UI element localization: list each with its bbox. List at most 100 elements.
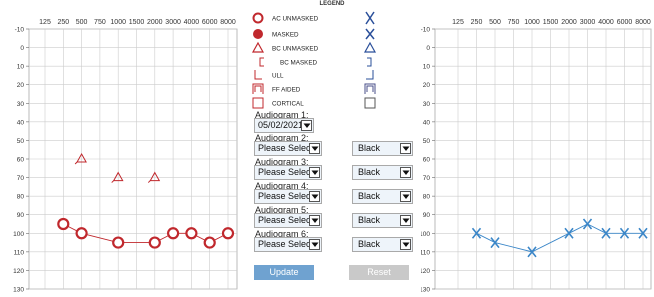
y-tick-label: -10 xyxy=(421,27,430,34)
y-tick-label: 0 xyxy=(426,45,430,52)
audiogram-6-color-value: Black xyxy=(358,239,381,249)
x-tick-label: 250 xyxy=(471,19,483,26)
audiogram-5-color-select[interactable]: Black xyxy=(352,213,413,228)
red-ff-aided-icon xyxy=(252,83,264,94)
blue-square-icon xyxy=(364,97,376,109)
x-tick-label: 500 xyxy=(76,19,88,26)
chevron-down-icon xyxy=(400,215,411,226)
y-tick-label: 40 xyxy=(423,119,431,126)
audiogram-3-color-select[interactable]: Black xyxy=(352,165,413,180)
audiogram-2-color-value: Black xyxy=(358,143,381,153)
x-tick-label: 3000 xyxy=(580,19,596,26)
y-tick-label: 110 xyxy=(421,249,430,256)
legend: AC UNMASKED MASKED BC UNMASKED BC MASKED ULL… xyxy=(251,11,377,109)
legend-label: CORTICAL xyxy=(272,101,304,108)
audiogram-6-color-select[interactable]: Black xyxy=(352,237,413,252)
x-tick-label: 3000 xyxy=(165,19,181,26)
red-ull-icon xyxy=(254,70,262,80)
y-tick-label: 100 xyxy=(421,231,430,238)
x-tick-label: 125 xyxy=(39,19,51,26)
audiogram-2-select[interactable]: Please Select xyxy=(254,141,322,156)
y-tick-label: 10 xyxy=(423,64,431,71)
y-tick-label: 20 xyxy=(17,82,25,89)
data-point-circle xyxy=(57,217,70,231)
y-tick-label: 50 xyxy=(17,138,25,145)
y-tick-label: 30 xyxy=(17,101,25,108)
blue-ff-aided-icon xyxy=(364,83,376,94)
chevron-down-icon xyxy=(400,143,411,154)
y-tick-label: 120 xyxy=(421,268,430,275)
y-tick-label: 130 xyxy=(13,287,24,294)
legend-label: BC UNMASKED xyxy=(272,46,319,53)
y-tick-label: 50 xyxy=(423,138,431,145)
red-square-icon xyxy=(252,97,264,109)
left-ear-audiogram: 125 250 500 750 1000 1500 2000 3000 4000 6000 8000… xyxy=(13,19,238,294)
audiogram-5-select-value: Please Select xyxy=(258,215,314,225)
red-filled-circle-icon xyxy=(253,29,263,39)
x-tick-label: 500 xyxy=(489,19,501,26)
x-tick-label: 6000 xyxy=(617,19,633,26)
audiogram-5-color-value: Black xyxy=(358,215,381,225)
audiogram-4-select[interactable]: Please Select xyxy=(254,189,322,204)
chevron-down-icon xyxy=(400,191,411,202)
x-tick-label: 2000 xyxy=(561,19,577,26)
chevron-down-icon xyxy=(400,239,411,250)
audiogram-1-date-select[interactable]: 05/02/2021 xyxy=(254,118,314,133)
x-tick-label: 750 xyxy=(94,19,106,26)
y-tick-label: 90 xyxy=(17,212,25,219)
red-circle-icon xyxy=(252,12,264,24)
y-tick-label: 20 xyxy=(423,82,431,89)
legend-title: LEGEND xyxy=(319,1,345,7)
audiogram-1-date-value: 05/02/2021 xyxy=(258,120,304,130)
x-tick-label: 1500 xyxy=(129,19,145,26)
x-tick-label: 1500 xyxy=(543,19,559,26)
legend-label: BC MASKED xyxy=(280,60,318,67)
x-tick-label: 6000 xyxy=(202,19,218,26)
x-tick-label: 125 xyxy=(452,19,464,26)
y-tick-label: 60 xyxy=(17,157,25,164)
y-tick-label: 80 xyxy=(423,194,431,201)
blue-bracket-right-icon xyxy=(367,57,372,67)
y-tick-label: 90 xyxy=(423,212,431,219)
audiogram-6-select-value: Please Select xyxy=(258,239,314,249)
audiogram-3-color-value: Black xyxy=(358,167,381,177)
y-tick-label: 130 xyxy=(421,287,430,294)
chevron-down-icon xyxy=(400,167,411,178)
x-tick-label: 4000 xyxy=(598,19,614,26)
y-tick-label: 60 xyxy=(423,157,431,164)
audiogram-4-color-select[interactable]: Black xyxy=(352,189,413,204)
audiogram-6-select[interactable]: Please Select xyxy=(254,237,322,252)
x-tick-label: 1000 xyxy=(110,19,126,26)
data-point-circle xyxy=(167,227,180,240)
x-tick-label: 250 xyxy=(57,19,69,26)
data-point-circle xyxy=(185,227,198,240)
blue-triangle-icon xyxy=(363,41,377,53)
data-point-circle xyxy=(148,236,161,249)
audiogram-4-color-value: Black xyxy=(358,191,381,201)
audiogram-3-select[interactable]: Please Select xyxy=(254,165,322,180)
chevron-down-icon xyxy=(309,143,320,154)
audiogram-4-select-value: Please Select xyxy=(258,191,314,201)
x-tick-label: 750 xyxy=(508,19,520,26)
y-tick-label: 70 xyxy=(17,175,25,182)
y-tick-label: 120 xyxy=(13,268,24,275)
audiogram-3-select-value: Please Select xyxy=(258,167,314,177)
update-button[interactable]: Update xyxy=(254,265,314,280)
data-point-circle xyxy=(112,236,125,249)
x-tick-label: 8000 xyxy=(220,19,236,26)
data-point-circle xyxy=(221,227,235,240)
reset-button[interactable]: Reset xyxy=(349,265,409,280)
y-tick-label: 40 xyxy=(17,119,25,126)
y-tick-label: 30 xyxy=(423,101,431,108)
audiogram-5-select[interactable]: Please Select xyxy=(254,213,322,228)
y-tick-label: 0 xyxy=(20,45,24,52)
x-tick-label: 8000 xyxy=(635,19,651,26)
audiogram-2-color-select[interactable]: Black xyxy=(352,141,413,156)
audiogram-2-select-value: Please Select xyxy=(258,143,314,153)
y-tick-label: 70 xyxy=(423,175,431,182)
y-tick-label: -10 xyxy=(15,27,25,34)
x-tick-label: 1000 xyxy=(524,19,540,26)
blue-x-icon xyxy=(365,11,375,25)
chevron-down-icon xyxy=(309,239,320,250)
chevron-down-icon xyxy=(309,167,320,178)
